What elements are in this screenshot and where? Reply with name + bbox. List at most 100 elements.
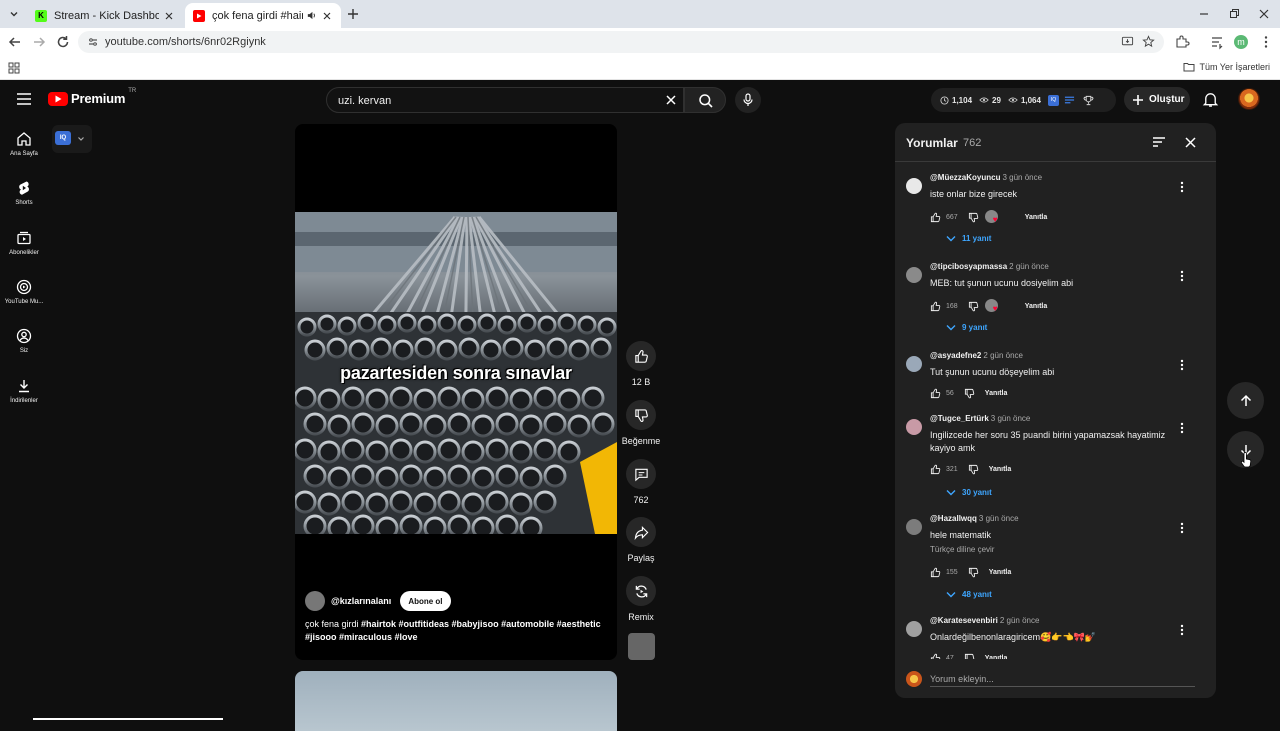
trophy-icon[interactable] (1083, 95, 1094, 106)
audio-playing-icon[interactable] (306, 10, 317, 21)
apps-grid-icon[interactable] (8, 62, 20, 74)
iq-extension-dropdown[interactable]: IQ (52, 125, 92, 153)
reply-button[interactable]: Yanıtla (1025, 214, 1048, 221)
comments-action[interactable]: 762 (621, 459, 661, 505)
comment-time[interactable]: 2 gün önce (983, 351, 1023, 360)
sort-icon[interactable] (1152, 136, 1166, 148)
thumbs-up-icon[interactable] (930, 567, 941, 578)
tab-kick-dashboard[interactable]: K Stream - Kick Dashboard (27, 3, 183, 28)
account-avatar[interactable] (1238, 88, 1260, 110)
tab-search-button[interactable] (5, 5, 23, 23)
back-icon[interactable] (7, 34, 23, 50)
more-options-icon[interactable] (1180, 181, 1184, 193)
short-video-player[interactable]: pazartesiden sonra sınavlar @kızlarınala… (295, 124, 617, 660)
view-replies-button[interactable]: 11 yanıt (946, 234, 991, 243)
comment-time[interactable]: 3 gün önce (979, 514, 1019, 523)
comment-author[interactable]: @tipcibosyapmassa (930, 262, 1007, 271)
extension-stats-bar[interactable]: 1,104 29 1,064 IQ (931, 88, 1116, 112)
reply-button[interactable]: Yanıtla (989, 569, 1012, 576)
thumbs-down-icon[interactable] (968, 567, 979, 578)
browser-menu-icon[interactable] (1258, 34, 1274, 50)
thumbs-up-icon[interactable] (930, 212, 941, 223)
close-tab-icon[interactable] (321, 10, 333, 22)
comment-author[interactable]: @Karatesevenbiri (930, 616, 998, 625)
sidebar-item-youtube-music[interactable]: YouTube Mu... (0, 279, 48, 305)
comment-author[interactable]: @asyadefne2 (930, 351, 981, 360)
thumbs-up-icon[interactable] (930, 301, 941, 312)
previous-short-button[interactable] (1227, 382, 1264, 419)
commenter-avatar[interactable] (906, 178, 922, 194)
share-action[interactable]: Paylaş (621, 517, 661, 563)
minimize-icon[interactable] (1196, 6, 1212, 22)
commenter-avatar[interactable] (906, 419, 922, 435)
commenter-avatar[interactable] (906, 267, 922, 283)
forward-icon[interactable] (31, 34, 47, 50)
sidebar-item-shorts[interactable]: Shorts (0, 180, 48, 206)
new-tab-icon[interactable] (345, 6, 361, 22)
like-button[interactable] (626, 341, 656, 371)
comment-author[interactable]: @MüezzaKoyuncu (930, 173, 1000, 182)
thumbs-down-icon[interactable] (968, 464, 979, 475)
share-button[interactable] (626, 517, 656, 547)
reload-icon[interactable] (55, 34, 71, 50)
tab-youtube-short[interactable]: çok fena girdi #hairtok #ou (185, 3, 341, 28)
more-options-icon[interactable] (1180, 359, 1184, 371)
reply-button[interactable]: Yanıtla (1025, 303, 1048, 310)
thumbs-up-icon[interactable] (930, 464, 941, 475)
close-icon[interactable] (1184, 136, 1197, 149)
channel-avatar[interactable] (305, 591, 325, 611)
list-icon[interactable] (1064, 95, 1075, 105)
create-button[interactable]: Oluştur (1124, 87, 1190, 112)
address-bar[interactable]: youtube.com/shorts/6nr02Rgiynk (78, 31, 1164, 53)
remix-action[interactable]: Remix (621, 576, 661, 622)
sidebar-item-downloads[interactable]: İndirilenler (0, 378, 48, 404)
youtube-premium-logo[interactable]: Premium TR (48, 88, 136, 106)
notifications-bell-icon[interactable] (1202, 91, 1219, 108)
voice-search-button[interactable] (735, 87, 761, 113)
comment-author[interactable]: @Hazallwqq (930, 514, 977, 523)
all-bookmarks-button[interactable]: Tüm Yer İşaretleri (1183, 62, 1270, 72)
more-options-icon[interactable] (1180, 624, 1184, 636)
subscribe-button[interactable]: Abone ol (400, 591, 451, 611)
next-short-preview[interactable] (295, 671, 617, 731)
more-options-icon[interactable] (1180, 522, 1184, 534)
view-replies-button[interactable]: 9 yanıt (946, 323, 987, 332)
comment-time[interactable]: 2 gün önce (1000, 616, 1040, 625)
thumbs-down-icon[interactable] (968, 212, 979, 223)
sidebar-item-you[interactable]: Siz (0, 328, 48, 354)
commenter-avatar[interactable] (906, 519, 922, 535)
thumbs-down-icon[interactable] (964, 388, 975, 399)
comment-time[interactable]: 2 gün önce (1009, 262, 1049, 271)
commenter-avatar[interactable] (906, 621, 922, 637)
profile-avatar[interactable]: m (1234, 35, 1248, 49)
like-action[interactable]: 12 B (621, 341, 661, 387)
comment-author[interactable]: @Tugce_Ertürk (930, 414, 989, 423)
comment-time[interactable]: 3 gün önce (991, 414, 1031, 423)
add-comment-input[interactable] (930, 671, 1195, 687)
dislike-button[interactable] (626, 400, 656, 430)
sidebar-item-subscriptions[interactable]: Abonelikler (0, 230, 48, 256)
video-frame[interactable]: pazartesiden sonra sınavlar (295, 212, 617, 534)
comments-button[interactable] (626, 459, 656, 489)
remix-button[interactable] (626, 576, 656, 606)
thumbs-up-icon[interactable] (930, 388, 941, 399)
search-input[interactable] (338, 93, 648, 109)
dislike-action[interactable]: Beğenme (621, 400, 661, 446)
sidebar-item-home[interactable]: Ana Sayfa (0, 131, 48, 157)
reply-button[interactable]: Yanıtla (989, 466, 1012, 473)
channel-name[interactable]: @kızlarınalanı (331, 596, 391, 606)
close-window-icon[interactable] (1256, 6, 1272, 22)
install-app-icon[interactable] (1121, 35, 1134, 48)
thumbs-down-icon[interactable] (968, 301, 979, 312)
commenter-avatar[interactable] (906, 356, 922, 372)
more-options-icon[interactable] (1180, 422, 1184, 434)
site-info-icon[interactable] (87, 36, 99, 48)
clear-search-icon[interactable] (664, 93, 678, 107)
sound-thumbnail[interactable] (628, 633, 655, 660)
hamburger-menu-icon[interactable] (15, 90, 33, 108)
bookmark-star-icon[interactable] (1142, 35, 1155, 48)
extensions-icon[interactable] (1174, 34, 1190, 50)
more-options-icon[interactable] (1180, 270, 1184, 282)
view-replies-button[interactable]: 48 yanıt (946, 590, 992, 599)
restore-icon[interactable] (1226, 6, 1242, 22)
